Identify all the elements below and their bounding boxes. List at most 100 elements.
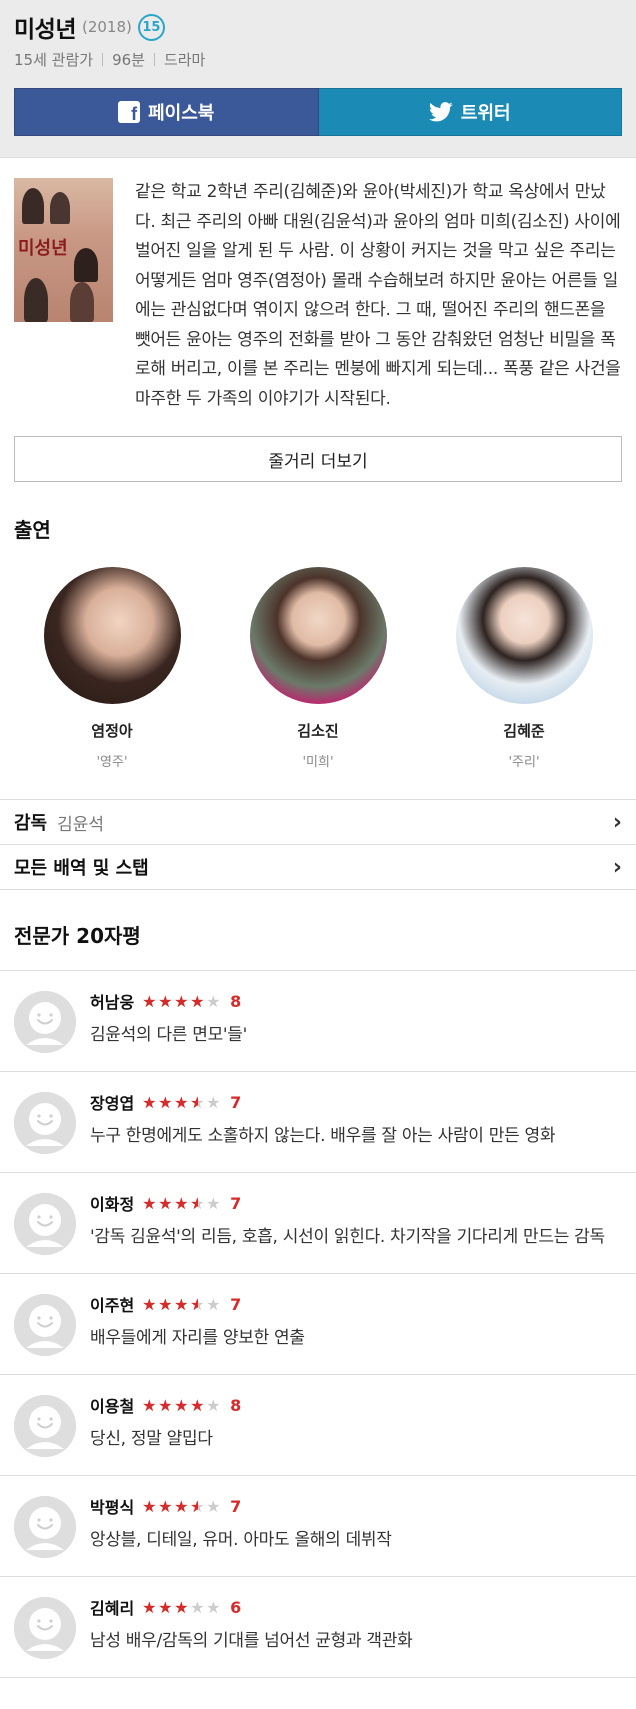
critic-review-list: 허남웅 ★ ★ ★ ★ ★ ★ ★ ★ ★ 8 김윤석의 다른 면모'들' 장영엽 ★ ★ ★ ★ ★ ★ ★ ★ ★ 7 누… — [0, 971, 636, 1678]
director-name: 김윤석 — [57, 814, 105, 835]
actor-photo[interactable] — [455, 567, 593, 704]
critic-name: 박평식 — [90, 1498, 135, 1517]
critic-review: 이화정 ★ ★ ★ ★ ★ ★ ★ ★ ★ 7 '감독 김윤석'의 리듬, 호흡, 시선이 읽힌다. … — [0, 1173, 636, 1274]
star-rating: ★ ★ ★ ★ ★ ★ ★ ★ ★ — [142, 1496, 221, 1516]
critics-section-title: 전문가 20자평 — [0, 889, 636, 971]
movie-title: 미성년 — [14, 17, 76, 43]
review-body: 김혜리 ★ ★ ★ ★ ★ ★ ★ ★ 6 남성 배우/감독의 기대를 넘어선 균형과 객관화 — [90, 1591, 622, 1659]
movie-genre: 드라마 — [163, 51, 206, 69]
director-label: 감독 — [14, 813, 48, 834]
review-header: 박평식 ★ ★ ★ ★ ★ ★ ★ ★ ★ 7 — [90, 1494, 622, 1518]
review-header: 이화정 ★ ★ ★ ★ ★ ★ ★ ★ ★ 7 — [90, 1191, 622, 1215]
critic-review: 박평식 ★ ★ ★ ★ ★ ★ ★ ★ ★ 7 앙상블, 디테일, 유머. 아마도 올해의 데뷔작 — [0, 1476, 636, 1577]
star-icon: ★ — [206, 1597, 221, 1617]
star-icon: ★ ★ — [174, 1597, 189, 1617]
critic-review: 장영엽 ★ ★ ★ ★ ★ ★ ★ ★ ★ 7 누구 한명에게도 소홀하지 않는다. 배우를 잘 아는… — [0, 1072, 636, 1173]
star-icon: ★ ★ — [174, 991, 189, 1011]
critic-review: 이용철 ★ ★ ★ ★ ★ ★ ★ ★ ★ 8 당신, 정말 얄밉다 — [0, 1375, 636, 1476]
synopsis-section: 미성년 같은 학교 2학년 주리(김혜준)와 윤아(박세진)가 학교 옥상에서 … — [0, 158, 636, 414]
all-credits-row[interactable]: 모든 배역 및 스탭 › — [0, 844, 636, 889]
review-body: 이용철 ★ ★ ★ ★ ★ ★ ★ ★ ★ 8 당신, 정말 얄밉다 — [90, 1389, 622, 1457]
star-icon: ★ ★ — [158, 1193, 173, 1213]
star-rating: ★ ★ ★ ★ ★ ★ ★ ★ ★ — [142, 1395, 221, 1415]
star-icon: ★ ★ — [190, 1092, 205, 1112]
actor-photo[interactable] — [249, 567, 387, 704]
critic-score: 7 — [230, 1496, 242, 1516]
chevron-right-icon: › — [612, 809, 622, 835]
star-icon: ★ — [206, 1294, 221, 1314]
age-rating-badge: 15 — [137, 13, 165, 41]
synopsis-text: 같은 학교 2학년 주리(김혜준)와 윤아(박세진)가 학교 옥상에서 만났다.… — [135, 182, 621, 409]
poster-figure — [74, 248, 98, 282]
review-body: 박평식 ★ ★ ★ ★ ★ ★ ★ ★ ★ 7 앙상블, 디테일, 유머. 아마도 올해의 데뷔작 — [90, 1490, 622, 1558]
actor-name[interactable]: 김혜준 — [503, 720, 544, 741]
review-text: 당신, 정말 얄밉다 — [90, 1429, 213, 1449]
star-icon: ★ ★ — [174, 1496, 189, 1516]
poster-figure — [24, 278, 48, 322]
synopsis-more-button[interactable]: 줄거리 더보기 — [14, 436, 622, 482]
meta-divider — [102, 53, 104, 66]
cast-member[interactable]: 김소진 '미희' — [248, 567, 388, 770]
movie-year: (2018) — [81, 18, 132, 36]
twitter-share-button[interactable]: 트위터 — [318, 88, 622, 136]
critic-name: 허남웅 — [90, 993, 135, 1012]
actor-name[interactable]: 김소진 — [297, 720, 338, 741]
actor-name[interactable]: 염정아 — [91, 720, 132, 741]
critic-review: 김혜리 ★ ★ ★ ★ ★ ★ ★ ★ 6 남성 배우/감독의 기대를 넘어선 균형과 객관화 — [0, 1577, 636, 1678]
critic-name: 김혜리 — [90, 1599, 135, 1618]
star-icon: ★ ★ — [174, 1193, 189, 1213]
star-icon: ★ ★ — [142, 1294, 157, 1314]
star-icon: ★ ★ — [174, 1092, 189, 1112]
critic-name: 이주현 — [90, 1296, 135, 1315]
star-icon: ★ ★ — [158, 1496, 173, 1516]
movie-runtime: 96분 — [112, 51, 145, 69]
actor-role: '미희' — [302, 755, 334, 770]
star-icon: ★ ★ — [142, 991, 157, 1011]
movie-rating: 15세 관람가 — [14, 51, 94, 69]
review-text: 남성 배우/감독의 기대를 넘어선 균형과 객관화 — [90, 1631, 413, 1651]
star-icon: ★ ★ — [158, 1597, 173, 1617]
movie-poster[interactable]: 미성년 — [14, 178, 113, 322]
review-text: '감독 김윤석'의 리듬, 호흡, 시선이 읽힌다. 차기작을 기다리게 만드는… — [90, 1227, 605, 1247]
critic-avatar — [14, 1395, 76, 1457]
facebook-share-label: 페이스북 — [148, 103, 215, 124]
critic-review: 허남웅 ★ ★ ★ ★ ★ ★ ★ ★ ★ 8 김윤석의 다른 면모'들' — [0, 971, 636, 1072]
critic-avatar — [14, 991, 76, 1053]
star-icon: ★ ★ — [142, 1193, 157, 1213]
star-icon: ★ ★ — [174, 1294, 189, 1314]
star-icon: ★ ★ — [190, 1496, 205, 1516]
review-text: 앙상블, 디테일, 유머. 아마도 올해의 데뷔작 — [90, 1530, 392, 1550]
movie-meta: 15세 관람가 96분 드라마 — [14, 49, 622, 70]
review-body: 장영엽 ★ ★ ★ ★ ★ ★ ★ ★ ★ 7 누구 한명에게도 소홀하지 않는다. 배우를 잘 아는… — [90, 1086, 622, 1154]
title-row: 미성년 (2018) 15 — [14, 10, 622, 44]
star-icon: ★ ★ — [158, 1092, 173, 1112]
star-icon: ★ ★ — [158, 1294, 173, 1314]
critic-name: 이화정 — [90, 1195, 135, 1214]
star-icon: ★ ★ — [190, 1294, 205, 1314]
star-icon: ★ — [206, 1092, 221, 1112]
critic-score: 6 — [230, 1597, 242, 1617]
review-text: 김윤석의 다른 면모'들' — [90, 1025, 248, 1045]
poster-figure — [70, 282, 94, 322]
critic-score: 7 — [230, 1193, 242, 1213]
review-header: 허남웅 ★ ★ ★ ★ ★ ★ ★ ★ ★ 8 — [90, 989, 622, 1013]
cast-member[interactable]: 염정아 '영주' — [42, 567, 182, 770]
poster-figure — [22, 188, 44, 224]
review-body: 이화정 ★ ★ ★ ★ ★ ★ ★ ★ ★ 7 '감독 김윤석'의 리듬, 호흡, 시선이 읽힌다. … — [90, 1187, 622, 1255]
facebook-share-button[interactable]: f 페이스북 — [14, 88, 319, 136]
twitter-icon — [428, 102, 453, 122]
director-row[interactable]: 감독 김윤석 › — [0, 799, 636, 844]
star-rating: ★ ★ ★ ★ ★ ★ ★ ★ ★ — [142, 1092, 221, 1112]
review-header: 이용철 ★ ★ ★ ★ ★ ★ ★ ★ ★ 8 — [90, 1393, 622, 1417]
critic-avatar — [14, 1597, 76, 1659]
star-icon: ★ ★ — [190, 1395, 205, 1415]
actor-photo[interactable] — [43, 567, 181, 704]
star-icon: ★ — [206, 1193, 221, 1213]
review-text: 배우들에게 자리를 양보한 연출 — [90, 1328, 305, 1348]
actor-role: '주리' — [508, 755, 540, 770]
review-header: 장영엽 ★ ★ ★ ★ ★ ★ ★ ★ ★ 7 — [90, 1090, 622, 1114]
cast-member[interactable]: 김혜준 '주리' — [454, 567, 594, 770]
star-icon: ★ ★ — [142, 1395, 157, 1415]
star-rating: ★ ★ ★ ★ ★ ★ ★ ★ — [142, 1597, 221, 1617]
star-icon: ★ ★ — [142, 1597, 157, 1617]
